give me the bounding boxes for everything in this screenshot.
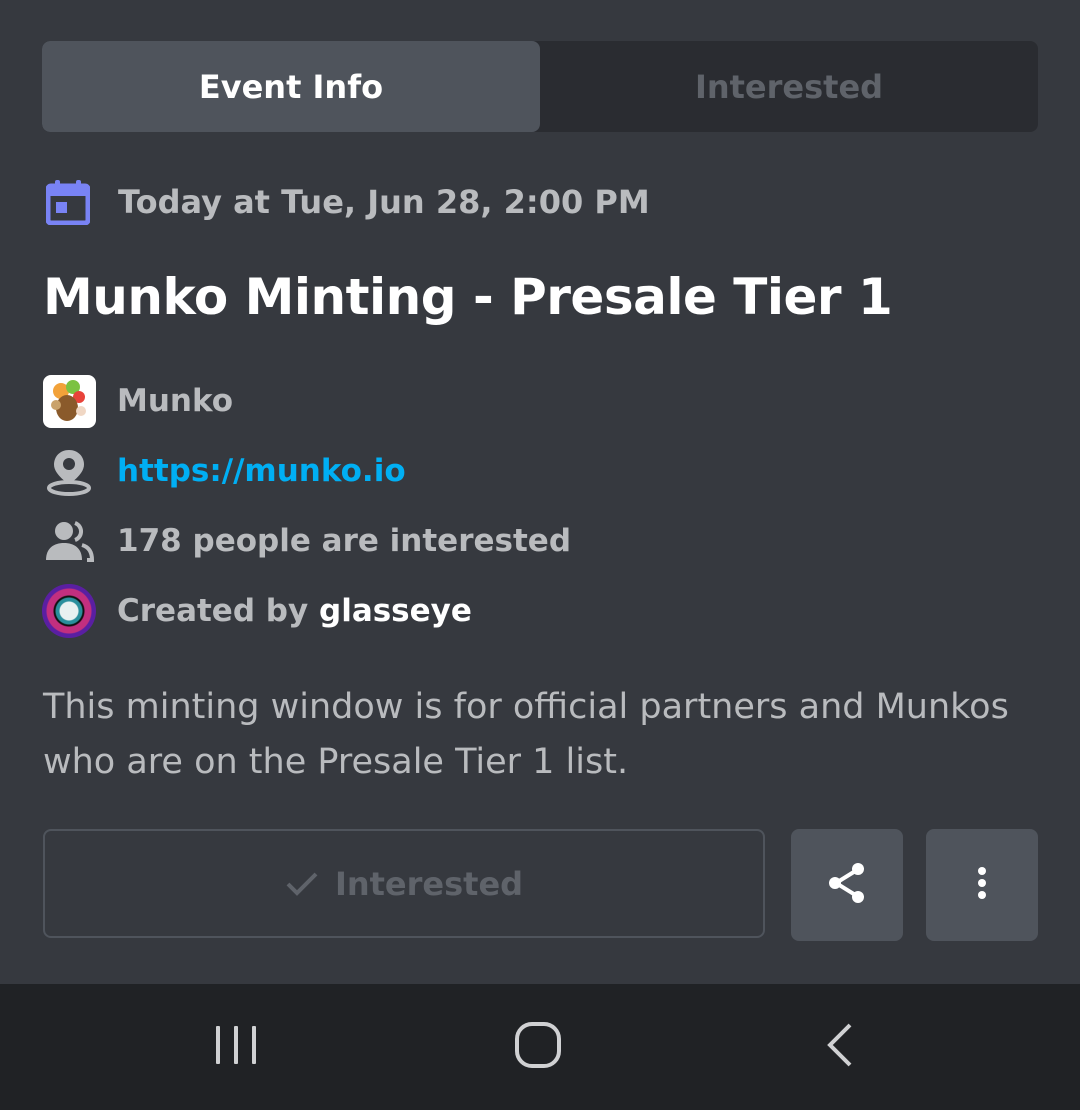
- location-row[interactable]: https://munko.io: [42, 444, 406, 498]
- check-icon: [285, 871, 319, 897]
- home-icon: [514, 1021, 562, 1073]
- more-options-button[interactable]: [926, 829, 1038, 941]
- system-nav-bar: [0, 984, 1080, 1110]
- interested-button[interactable]: Interested: [43, 829, 765, 938]
- recents-icon: [214, 1023, 258, 1071]
- recents-button[interactable]: [176, 984, 296, 1110]
- creator-name[interactable]: glasseye: [319, 593, 472, 629]
- location-link[interactable]: https://munko.io: [117, 453, 406, 489]
- interested-button-label: Interested: [334, 864, 524, 903]
- share-icon: [825, 861, 869, 909]
- interested-count: 178 people are interested: [117, 523, 572, 559]
- event-date: Today at Tue, Jun 28, 2:00 PM: [118, 183, 650, 221]
- glasseye-avatar-icon: [42, 584, 96, 638]
- event-date-row: Today at Tue, Jun 28, 2:00 PM: [46, 176, 650, 228]
- tab-event-info[interactable]: Event Info: [42, 41, 540, 132]
- tab-interested[interactable]: Interested: [540, 41, 1038, 132]
- server-name: Munko: [117, 383, 234, 419]
- back-icon: [825, 1022, 855, 1072]
- people-icon: [42, 514, 96, 568]
- munko-logo-icon: [42, 374, 96, 428]
- event-tabs: Event Info Interested: [42, 41, 1038, 132]
- home-button[interactable]: [478, 984, 598, 1110]
- creator-text: Created by glasseye: [117, 593, 472, 629]
- creator-row[interactable]: Created by glasseye: [42, 584, 472, 638]
- server-row[interactable]: Munko: [42, 374, 233, 428]
- interested-count-row: 178 people are interested: [42, 514, 571, 568]
- share-button[interactable]: [791, 829, 903, 941]
- back-button[interactable]: [780, 984, 900, 1110]
- more-vertical-icon: [976, 865, 988, 905]
- server-avatar: [42, 374, 96, 428]
- calendar-icon: [46, 178, 90, 226]
- created-by-label: Created by: [117, 593, 319, 629]
- event-title: Munko Minting - Presale Tier 1: [43, 268, 893, 326]
- creator-avatar: [42, 584, 96, 638]
- location-pin-icon: [42, 444, 96, 498]
- event-description: This minting window is for official part…: [43, 687, 1009, 782]
